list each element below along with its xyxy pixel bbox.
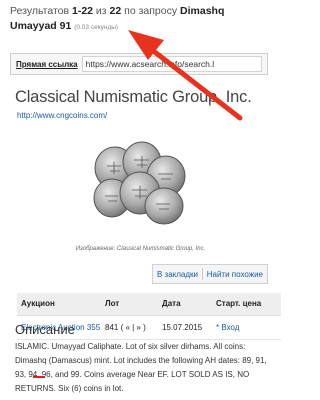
results-of: из <box>95 5 107 17</box>
org-title: Classical Numismatic Group, Inc. <box>15 88 252 106</box>
results-summary: Результатов 1-22 из 22 по запросу Dimash… <box>10 4 275 35</box>
lot-number: 841 ( « | » ) <box>101 315 158 340</box>
direct-link-input[interactable]: https://www.acsearch.info/search.l <box>81 56 262 72</box>
results-range: 1-22 <box>71 5 93 17</box>
red-underline-mark <box>33 376 45 378</box>
lot-date: 15.07.2015 <box>158 315 212 340</box>
query-text-2: Umayyad 91 <box>10 20 72 32</box>
query-text-1: Dimashq <box>180 5 225 17</box>
image-caption: Изображение: Classical Numismatic Group,… <box>75 246 206 252</box>
action-bar: В закладки Найти похожие <box>152 264 268 284</box>
bookmark-button[interactable]: В закладки <box>153 270 202 279</box>
table-header-row: Аукцион Лот Дата Старт. цена <box>17 293 281 316</box>
coins-image[interactable] <box>90 138 190 226</box>
results-total: 22 <box>109 5 122 17</box>
column-header-lot: Лот <box>101 293 158 316</box>
direct-link-label[interactable]: Прямая ссылка <box>16 60 78 69</box>
login-link[interactable]: * Вход <box>216 323 239 332</box>
results-by-query: по запросу <box>124 5 178 17</box>
org-website-link[interactable]: http://www.cngcoins.com/ <box>17 111 107 120</box>
column-header-auction: Аукцион <box>17 293 101 316</box>
results-prefix: Результатов <box>10 5 70 17</box>
column-header-price: Старт. цена <box>212 293 281 316</box>
search-time: (0.03 секунды) <box>74 24 119 31</box>
column-header-date: Дата <box>158 293 212 316</box>
description-text: ISLAMIC. Umayyad Caliphate. Lot of six s… <box>15 342 267 393</box>
find-similar-button[interactable]: Найти похожие <box>203 270 267 279</box>
direct-link-box: Прямая ссылка https://www.acsearch.info/… <box>10 53 268 75</box>
description-title: Описание <box>15 322 75 337</box>
